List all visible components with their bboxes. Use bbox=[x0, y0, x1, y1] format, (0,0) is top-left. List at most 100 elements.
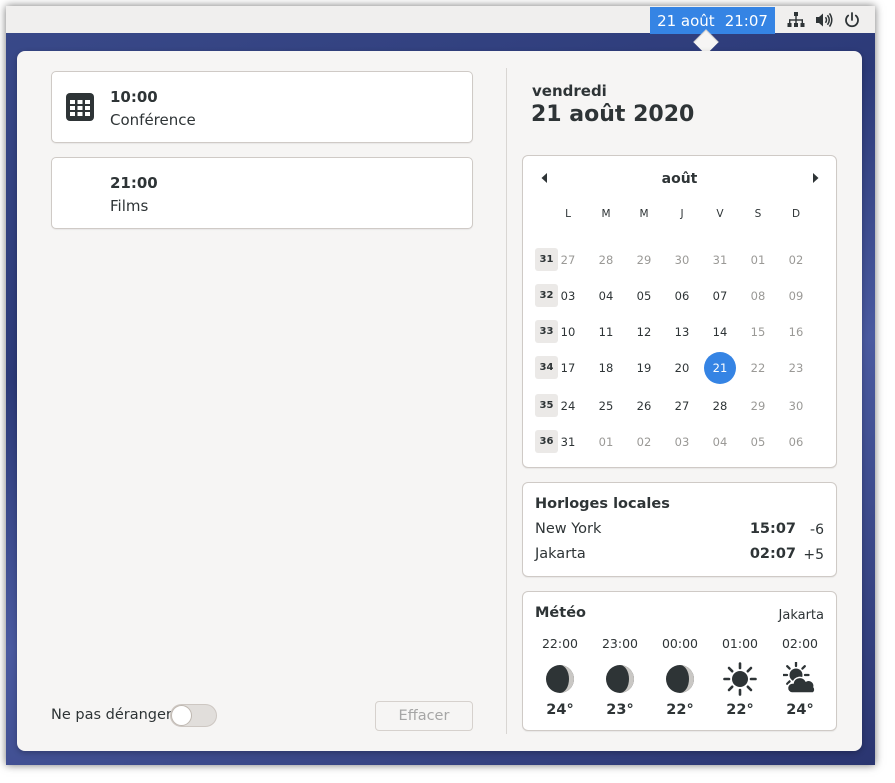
switch-knob bbox=[171, 705, 192, 726]
volume-icon[interactable] bbox=[815, 12, 833, 28]
forecast-item: 00:00 22° bbox=[650, 636, 710, 718]
weekday-header: M bbox=[639, 208, 649, 220]
forecast-hour: 23:00 bbox=[601, 636, 639, 651]
calendar-day[interactable]: 19 bbox=[628, 352, 660, 384]
weather-card[interactable]: Météo Jakarta 22:00 24° 23:00 23° 00:00 22° 01… bbox=[522, 591, 837, 731]
calendar-icon bbox=[66, 93, 94, 121]
calendar-day[interactable]: 05 bbox=[742, 426, 774, 458]
moon-icon bbox=[590, 662, 650, 696]
next-month-button[interactable] bbox=[807, 170, 823, 186]
calendar-day[interactable]: 05 bbox=[628, 280, 660, 312]
calendar-day[interactable]: 26 bbox=[628, 390, 660, 422]
calendar-day[interactable]: 16 bbox=[780, 316, 812, 348]
calendar-day[interactable]: 14 bbox=[704, 316, 736, 348]
event-time: 21:00 bbox=[110, 174, 158, 192]
calendar-day[interactable]: 01 bbox=[742, 244, 774, 276]
clock-time: 21:07 bbox=[724, 11, 768, 30]
world-clocks-card[interactable]: Horloges locales New York 15:07 -6 Jakar… bbox=[522, 482, 837, 577]
calendar-day[interactable]: 13 bbox=[666, 316, 698, 348]
calendar-day[interactable]: 31 bbox=[704, 244, 736, 276]
forecast-hour: 00:00 bbox=[661, 636, 699, 651]
calendar-day[interactable]: 02 bbox=[780, 244, 812, 276]
calendar-day[interactable]: 27 bbox=[666, 390, 698, 422]
calendar-day[interactable]: 24 bbox=[552, 390, 584, 422]
calendar-day[interactable]: 04 bbox=[704, 426, 736, 458]
clock-offset: -6 bbox=[810, 522, 824, 538]
forecast-hour: 01:00 bbox=[721, 636, 759, 651]
date-time-button[interactable]: 21 août 21:07 bbox=[650, 7, 775, 34]
calendar-day[interactable]: 03 bbox=[552, 280, 584, 312]
event-title: Conférence bbox=[110, 111, 196, 129]
calendar-day[interactable]: 22 bbox=[742, 352, 774, 384]
calendar-day[interactable]: 11 bbox=[590, 316, 622, 348]
forecast-temperature: 23° bbox=[606, 702, 634, 718]
forecast-hour: 02:00 bbox=[781, 636, 819, 651]
calendar-day[interactable]: 04 bbox=[590, 280, 622, 312]
forecast-temperature: 22° bbox=[726, 702, 754, 718]
event-title: Films bbox=[110, 197, 149, 215]
calendar-day[interactable]: 12 bbox=[628, 316, 660, 348]
power-icon[interactable] bbox=[843, 12, 861, 28]
clock-time: 02:07 bbox=[749, 546, 796, 562]
weekday-header: L bbox=[565, 208, 571, 220]
weekday-header: M bbox=[601, 208, 611, 220]
clock-time: 15:07 bbox=[749, 521, 796, 537]
network-icon[interactable] bbox=[787, 12, 805, 28]
event-item-2[interactable]: 21:00 Films bbox=[51, 157, 473, 229]
moon-icon bbox=[650, 662, 710, 696]
calendar-day[interactable]: 18 bbox=[590, 352, 622, 384]
full-date-label: 21 août 2020 bbox=[531, 102, 695, 127]
calendar-day[interactable]: 15 bbox=[742, 316, 774, 348]
weather-location: Jakarta bbox=[778, 608, 824, 623]
calendar-day[interactable]: 08 bbox=[742, 280, 774, 312]
weather-title: Météo bbox=[535, 605, 586, 621]
top-bar: 21 août 21:07 bbox=[6, 6, 875, 34]
calendar-day[interactable]: 17 bbox=[552, 352, 584, 384]
calendar-day[interactable]: 06 bbox=[780, 426, 812, 458]
calendar-day[interactable]: 01 bbox=[590, 426, 622, 458]
clock-city: Jakarta bbox=[535, 546, 586, 562]
sun-icon bbox=[710, 662, 770, 696]
forecast-temperature: 24° bbox=[786, 702, 814, 718]
calendar-card: août L M M J V S D 31 27 28 29 30 31 01 02 32 03 04 05 06 07… bbox=[522, 155, 837, 468]
calendar-day[interactable]: 23 bbox=[780, 352, 812, 384]
calendar-day[interactable]: 25 bbox=[590, 390, 622, 422]
calendar-month-label: août bbox=[661, 171, 698, 187]
calendar-day[interactable]: 28 bbox=[590, 244, 622, 276]
calendar-day[interactable]: 28 bbox=[704, 390, 736, 422]
forecast-item: 01:00 22° bbox=[710, 636, 770, 718]
calendar-day[interactable]: 03 bbox=[666, 426, 698, 458]
clear-button[interactable]: Effacer bbox=[375, 701, 473, 731]
forecast-item: 22:00 24° bbox=[530, 636, 590, 718]
forecast-item: 23:00 23° bbox=[590, 636, 650, 718]
calendar-day[interactable]: 10 bbox=[552, 316, 584, 348]
calendar-day[interactable]: 29 bbox=[742, 390, 774, 422]
weekday-header: D bbox=[791, 208, 801, 220]
date-menu-popover: 10:00 Conférence 21:00 Films Ne pas déra… bbox=[17, 51, 862, 751]
world-clocks-title: Horloges locales bbox=[535, 496, 670, 512]
calendar-day[interactable]: 30 bbox=[666, 244, 698, 276]
weekday-label: vendredi bbox=[532, 82, 607, 100]
event-item-1[interactable]: 10:00 Conférence bbox=[51, 71, 473, 143]
clock-offset: +5 bbox=[803, 547, 824, 563]
forecast-item: 02:00 24° bbox=[770, 636, 830, 718]
weekday-header: J bbox=[680, 208, 684, 220]
event-time: 10:00 bbox=[110, 88, 158, 106]
forecast-temperature: 22° bbox=[666, 702, 694, 718]
calendar-day[interactable]: 07 bbox=[704, 280, 736, 312]
forecast-hour: 22:00 bbox=[541, 636, 579, 651]
calendar-day[interactable]: 20 bbox=[666, 352, 698, 384]
moon-icon bbox=[530, 662, 590, 696]
calendar-day[interactable]: 09 bbox=[780, 280, 812, 312]
calendar-day[interactable]: 27 bbox=[552, 244, 584, 276]
weekday-header: S bbox=[754, 208, 762, 220]
calendar-day[interactable]: 02 bbox=[628, 426, 660, 458]
calendar-day-today[interactable]: 21 bbox=[704, 352, 736, 384]
calendar-day[interactable]: 31 bbox=[552, 426, 584, 458]
column-divider bbox=[506, 68, 507, 734]
weekday-header: V bbox=[716, 208, 724, 220]
calendar-day[interactable]: 06 bbox=[666, 280, 698, 312]
calendar-day[interactable]: 29 bbox=[628, 244, 660, 276]
do-not-disturb-switch[interactable] bbox=[170, 704, 217, 727]
calendar-day[interactable]: 30 bbox=[780, 390, 812, 422]
